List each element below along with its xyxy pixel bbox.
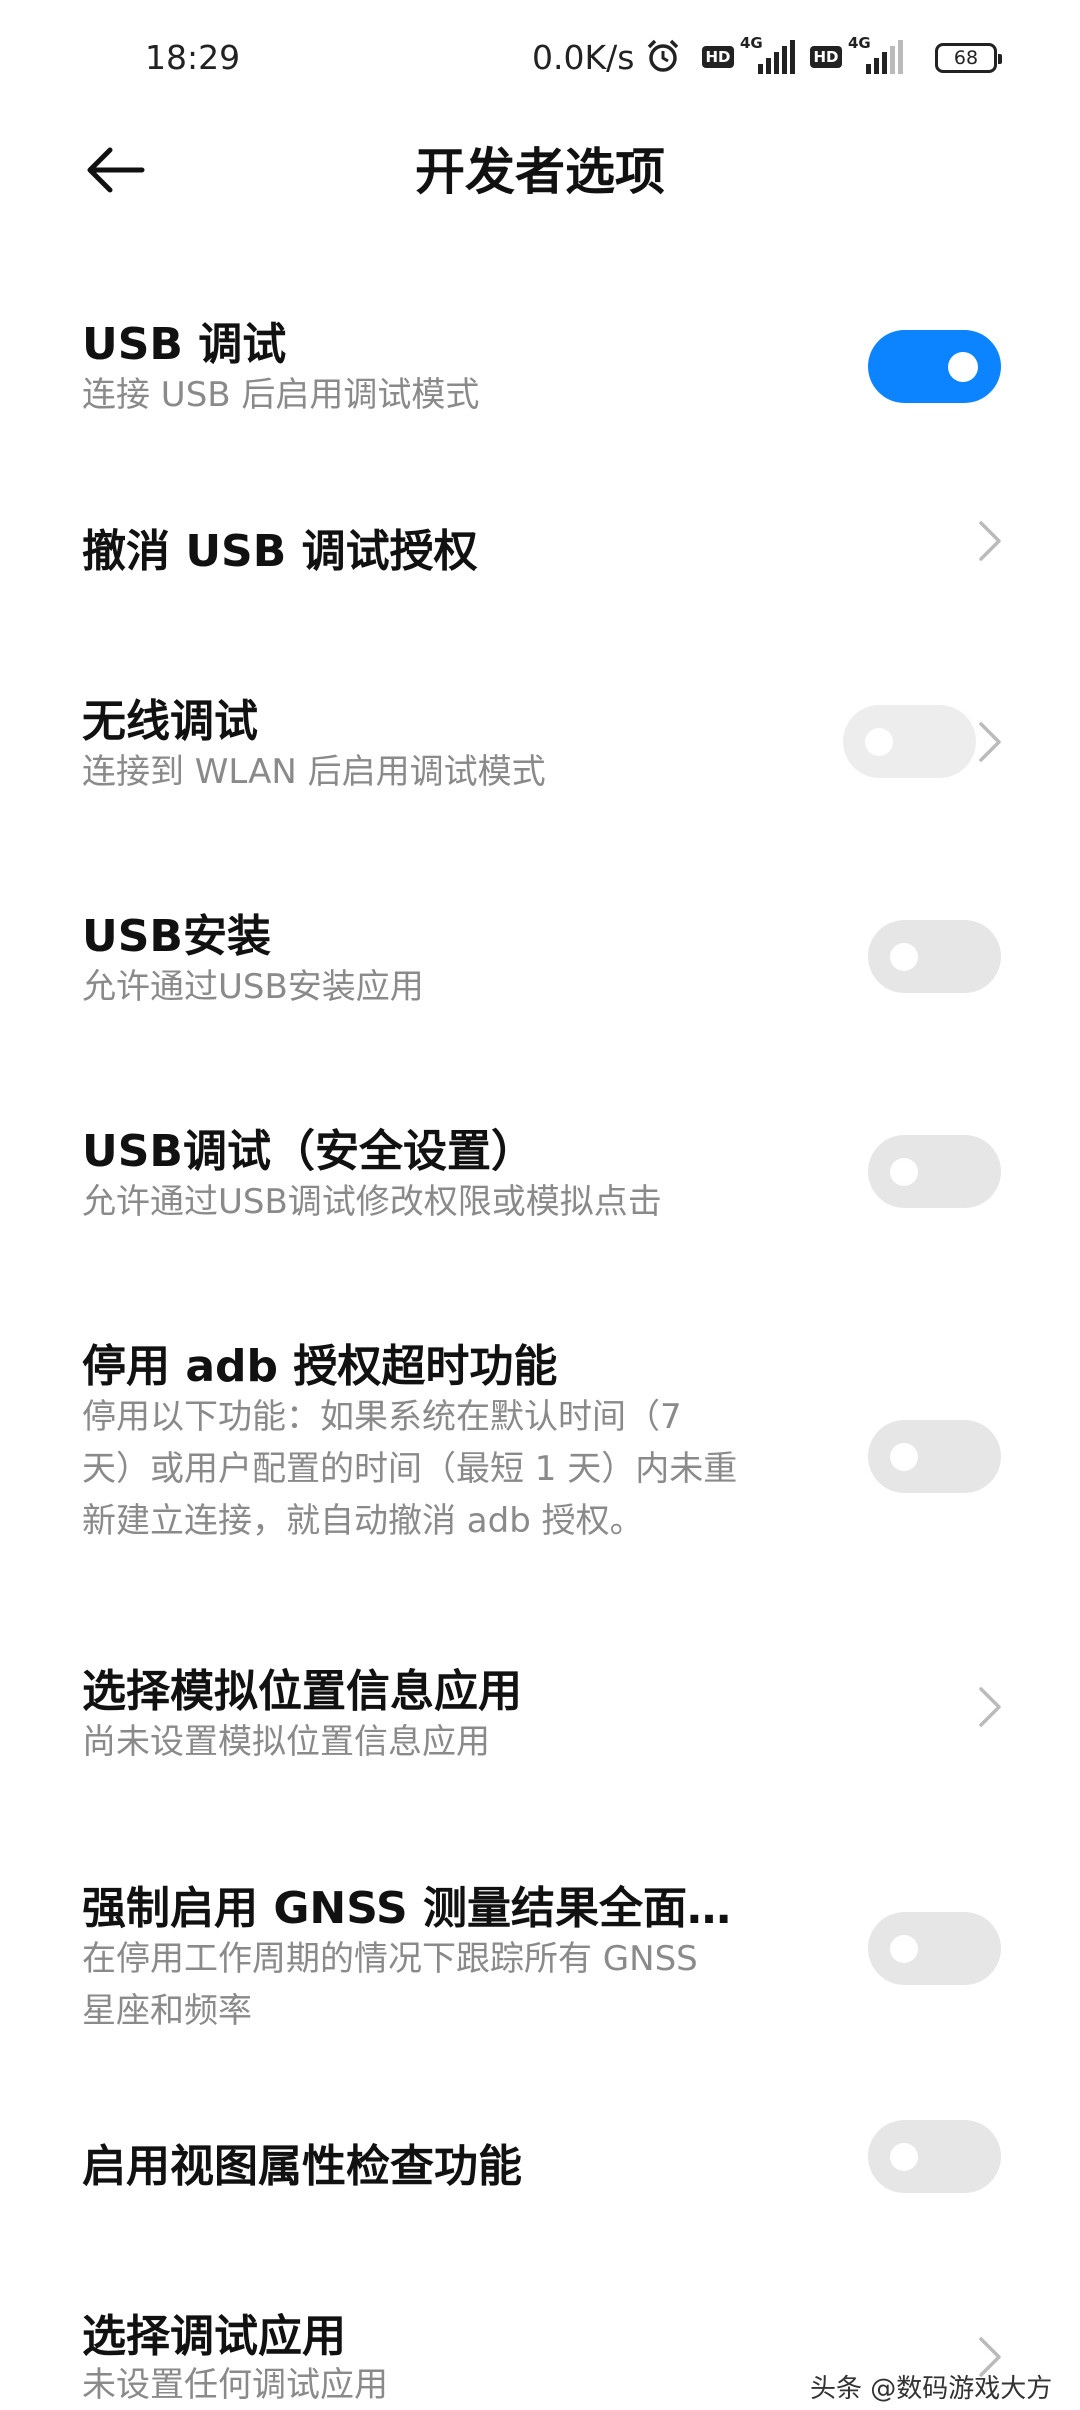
toggle-knob (890, 1443, 918, 1471)
setting-subtitle-line-1: 在停用工作周期的情况下跟踪所有 GNSS (82, 1939, 698, 1979)
setting-title: 无线调试 (82, 696, 258, 747)
signal-icon-2: 4G (848, 34, 908, 76)
toggle-knob (890, 943, 918, 971)
setting-disable-adb-timeout[interactable]: 停用 adb 授权超时功能 停用以下功能：如果系统在默认时间（7 天）或用户配置… (0, 1320, 1080, 1560)
setting-wireless-debugging[interactable]: 无线调试 连接到 WLAN 后启用调试模式 (0, 675, 1080, 815)
setting-subtitle: 未设置任何调试应用 (82, 2365, 388, 2405)
toggle-knob (890, 1158, 918, 1186)
setting-title: USB 调试 (82, 319, 287, 370)
setting-subtitle: 连接 USB 后启用调试模式 (82, 375, 480, 415)
disable-adb-timeout-toggle[interactable] (868, 1420, 1001, 1493)
setting-subtitle: 连接到 WLAN 后启用调试模式 (82, 752, 546, 792)
setting-subtitle: 允许通过USB安装应用 (82, 967, 424, 1007)
chevron-right-icon (979, 1687, 1001, 1727)
setting-usb-debugging[interactable]: USB 调试 连接 USB 后启用调试模式 (0, 300, 1080, 440)
toggle-knob (890, 1935, 918, 1963)
usb-debugging-security-toggle[interactable] (868, 1135, 1001, 1208)
page-title: 开发者选项 (415, 143, 665, 201)
wireless-debugging-toggle[interactable] (843, 705, 976, 778)
hd-badge-icon-2: HD (810, 46, 842, 68)
chevron-right-icon (979, 521, 1001, 561)
hd-badge-icon: HD (702, 46, 734, 68)
setting-title: USB调试（安全设置） (82, 1126, 535, 1177)
setting-title: 启用视图属性检查功能 (82, 2141, 522, 2192)
setting-subtitle-line-1: 停用以下功能：如果系统在默认时间（7 (82, 1397, 682, 1437)
setting-title: 选择模拟位置信息应用 (82, 1666, 522, 1717)
toggle-knob (948, 352, 978, 382)
battery-icon: 68 (935, 43, 1002, 73)
status-time: 18:29 (145, 38, 241, 77)
setting-subtitle-line-3: 新建立连接，就自动撤消 adb 授权。 (82, 1501, 644, 1541)
watermark-text: 头条 @数码游戏大方 (810, 2374, 1053, 2404)
toggle-knob (865, 728, 893, 756)
chevron-right-icon (979, 722, 1001, 762)
setting-subtitle: 允许通过USB调试修改权限或模拟点击 (82, 1182, 662, 1222)
signal-icon-1: 4G (740, 34, 800, 76)
setting-subtitle-line-2: 天）或用户配置的时间（最短 1 天）内未重 (82, 1449, 738, 1489)
setting-subtitle-line-2: 星座和频率 (82, 1991, 252, 2031)
setting-title: 选择调试应用 (82, 2311, 346, 2362)
setting-view-attribute-inspection[interactable]: 启用视图属性检查功能 (0, 2120, 1080, 2220)
net-speed: 0.0K/s (532, 38, 635, 77)
setting-mock-location-app[interactable]: 选择模拟位置信息应用 尚未设置模拟位置信息应用 (0, 1645, 1080, 1785)
setting-revoke-usb-authorization[interactable]: 撤消 USB 调试授权 (0, 505, 1080, 605)
setting-title: USB安装 (82, 911, 271, 962)
alarm-icon (647, 39, 679, 72)
setting-title: 强制启用 GNSS 测量结果全面… (82, 1883, 731, 1934)
usb-install-toggle[interactable] (868, 920, 1001, 993)
force-gnss-toggle[interactable] (868, 1912, 1001, 1985)
usb-debugging-toggle[interactable] (868, 330, 1001, 403)
setting-title: 撤消 USB 调试授权 (82, 526, 478, 577)
setting-usb-install[interactable]: USB安装 允许通过USB安装应用 (0, 890, 1080, 1030)
setting-force-gnss-measurements[interactable]: 强制启用 GNSS 测量结果全面… 在停用工作周期的情况下跟踪所有 GNSS 星… (0, 1862, 1080, 2052)
toggle-knob (890, 2143, 918, 2171)
setting-subtitle: 尚未设置模拟位置信息应用 (82, 1722, 490, 1762)
status-bar: 18:29 0.0K/s HD 4G HD 4G 68 (0, 0, 1080, 120)
setting-usb-debugging-security[interactable]: USB调试（安全设置） 允许通过USB调试修改权限或模拟点击 (0, 1105, 1080, 1245)
setting-title: 停用 adb 授权超时功能 (82, 1341, 558, 1392)
view-attribute-inspection-toggle[interactable] (868, 2120, 1001, 2193)
